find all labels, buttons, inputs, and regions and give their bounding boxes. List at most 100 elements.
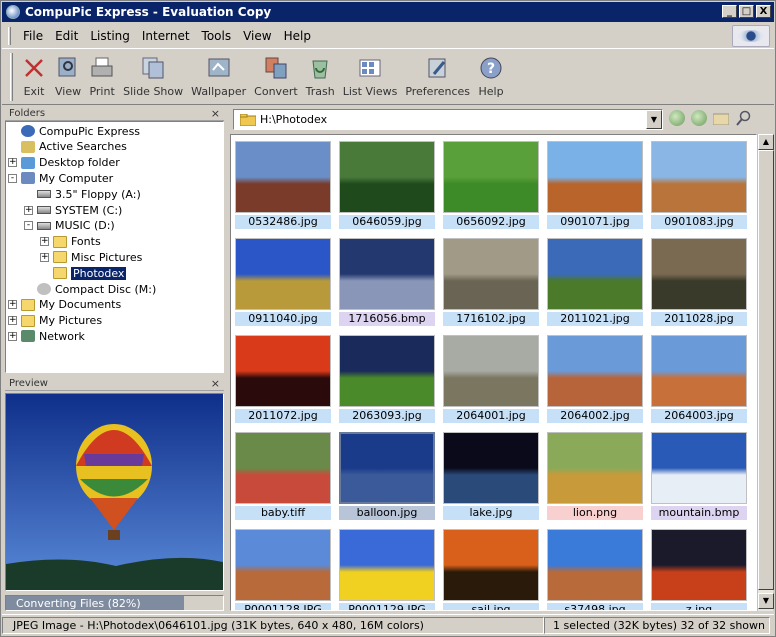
thumbnail-item[interactable]: lake.jpg [441,428,539,520]
tree-expand-icon[interactable]: + [40,252,49,262]
back-icon[interactable] [669,110,685,126]
menu-listing[interactable]: Listing [84,27,136,45]
thumbnail-image [235,335,331,407]
tree-expand-icon[interactable]: + [8,316,17,326]
vertical-scrollbar[interactable]: ▲ ▼ [757,134,774,611]
maximize-button[interactable]: □ [739,5,754,18]
tree-item[interactable]: + SYSTEM (C:) [24,202,122,218]
print-button[interactable]: Print [85,50,119,98]
forward-icon[interactable] [691,110,707,126]
close-button[interactable]: X [756,5,771,18]
menu-file[interactable]: File [17,27,49,45]
thumbnail-item[interactable]: 2064003.jpg [649,331,747,423]
tree-item[interactable]: + Desktop folder [8,155,120,171]
thumbnail-item[interactable]: balloon.jpg [337,428,435,520]
menu-view[interactable]: View [237,27,277,45]
status-file-info: JPEG Image - H:\Photodex\0646101.jpg (31… [2,616,544,634]
wallpaper-button[interactable]: Wallpaper [187,50,250,98]
thumbnail-item[interactable]: 2011028.jpg [649,234,747,326]
thumbnail-filename: baby.tiff [235,506,331,520]
scroll-thumb[interactable] [758,150,774,590]
tree-expand-icon[interactable]: - [24,221,33,231]
thumbnail-image [339,529,435,601]
thumbnail-item[interactable]: 1716056.bmp [337,234,435,326]
thumbnail-item[interactable]: P0001128.JPG [233,525,331,610]
tree-expand-icon[interactable]: + [40,237,49,247]
tree-item[interactable]: Active Searches [8,139,127,155]
thumbnail-item[interactable]: z.jpg [649,525,747,610]
folder-icon [21,314,35,327]
search-icon[interactable] [735,110,751,126]
tree-expand-icon[interactable]: + [8,158,17,168]
menu-edit[interactable]: Edit [49,27,84,45]
thumbnail-item[interactable]: 0532486.jpg [233,137,331,229]
tree-item[interactable]: + Fonts [40,234,101,250]
list-views-icon [357,54,383,82]
tree-expand-icon[interactable]: + [24,205,33,215]
tree-item[interactable]: + Misc Pictures [40,249,142,265]
thumbnail-item[interactable]: mountain.bmp [649,428,747,520]
thumbnail-item[interactable]: 2064002.jpg [545,331,643,423]
tree-item[interactable]: - My Computer [8,170,113,186]
tree-item[interactable]: 3.5" Floppy (A:) [24,186,141,202]
thumbnail-item[interactable]: P0001129.JPG [337,525,435,610]
menu-internet[interactable]: Internet [136,27,196,45]
thumbnail-filename: 0656092.jpg [443,215,539,229]
minimize-button[interactable]: _ [722,5,737,18]
slide-show-button[interactable]: Slide Show [119,50,187,98]
tree-expand-icon[interactable]: + [8,300,17,310]
tree-expand-icon[interactable]: + [8,331,17,341]
thumbnail-item[interactable]: 0646059.jpg [337,137,435,229]
thumbnail-image [547,432,643,504]
view-button[interactable]: View [51,50,85,98]
balloon-preview-image [6,394,223,590]
trash-icon [307,54,333,82]
thumbnail-item[interactable]: 1716102.jpg [441,234,539,326]
thumbnail-item[interactable]: 0901071.jpg [545,137,643,229]
tree-item-label: Network [39,329,85,343]
tree-item[interactable]: + My Documents [8,297,121,313]
drive-icon [37,206,51,214]
tree-expand-icon[interactable]: - [8,173,17,183]
list-views-button[interactable]: List Views [339,50,402,98]
thumbnail-item[interactable]: lion.png [545,428,643,520]
convert-button[interactable]: Convert [250,50,302,98]
thumbnail-item[interactable]: 0901083.jpg [649,137,747,229]
scroll-down-icon[interactable]: ▼ [758,593,774,609]
trash-button[interactable]: Trash [302,50,339,98]
thumbnail-filename: 1716102.jpg [443,312,539,326]
preferences-button[interactable]: Preferences [401,50,474,98]
tree-item[interactable]: + Network [8,328,85,344]
thumbnail-item[interactable]: 0911040.jpg [233,234,331,326]
folders-close-icon[interactable]: × [211,107,220,120]
thumbnail-item[interactable]: 2064001.jpg [441,331,539,423]
up-folder-icon[interactable] [713,111,729,125]
thumbnail-image [339,141,435,213]
title-bar[interactable]: CompuPic Express - Evaluation Copy _ □ X [2,2,774,22]
help-button[interactable]: ? Help [474,50,508,98]
tree-item[interactable]: CompuPic Express [8,123,140,139]
app-icon[interactable] [6,5,20,19]
path-dropdown[interactable]: H:\Photodex ▼ [233,109,663,130]
thumbnail-item[interactable]: s37498.jpg [545,525,643,610]
thumbnail-item[interactable]: 2011021.jpg [545,234,643,326]
thumbnail-item[interactable]: 2011072.jpg [233,331,331,423]
path-dropdown-arrow-icon[interactable]: ▼ [646,110,662,129]
menu-tools[interactable]: Tools [196,27,238,45]
tree-item[interactable]: - MUSIC (D:) [24,218,115,234]
tree-item[interactable]: Compact Disc (M:) [24,281,156,297]
preview-close-icon[interactable]: × [211,377,220,390]
menu-help[interactable]: Help [278,27,317,45]
thumbnail-item[interactable]: 0656092.jpg [441,137,539,229]
thumbnail-item[interactable]: baby.tiff [233,428,331,520]
folder-tree[interactable]: CompuPic Express Active Searches + Desktop … [5,121,224,373]
thumbnail-filename: lion.png [547,506,643,520]
thumbnail-item[interactable]: 2063093.jpg [337,331,435,423]
tree-item[interactable]: + My Pictures [8,313,102,329]
exit-button[interactable]: Exit [17,50,51,98]
scroll-up-icon[interactable]: ▲ [758,134,774,150]
thumbnail-filename: 0901083.jpg [651,215,747,229]
thumbnail-grid[interactable]: 0532486.jpg 0646059.jpg 0656092.jpg 0901071… [230,134,757,611]
tree-item[interactable]: Photodex [40,265,127,281]
thumbnail-item[interactable]: sail.jpg [441,525,539,610]
